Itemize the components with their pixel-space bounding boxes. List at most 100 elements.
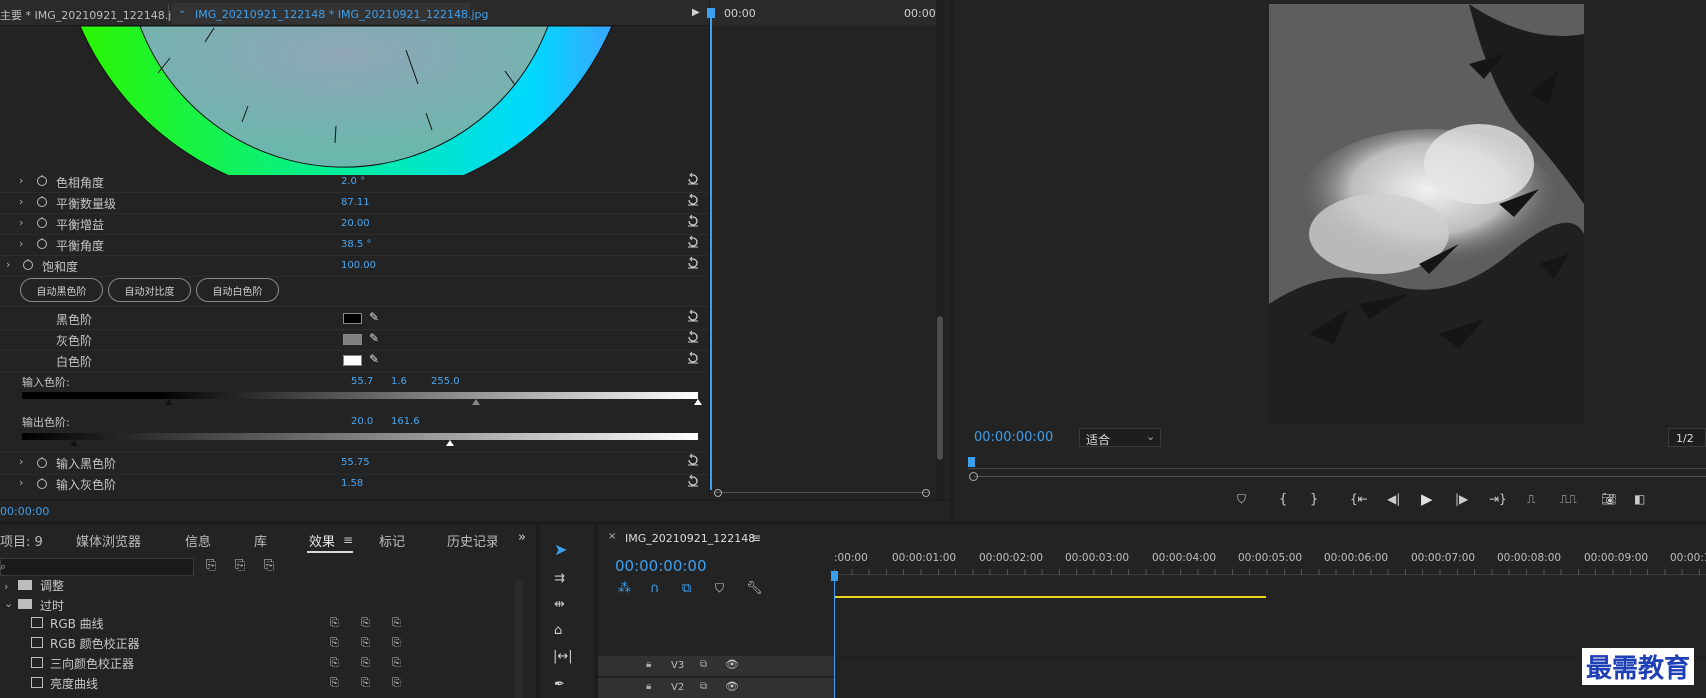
accelerated-effects-icon[interactable]: ⎘ <box>206 558 216 573</box>
param-value[interactable]: 20.00 <box>341 218 370 229</box>
selection-tool-icon[interactable]: ➤ <box>554 540 567 559</box>
play-icon[interactable]: ▶ <box>1421 490 1433 508</box>
param-value[interactable]: 1.58 <box>341 478 363 489</box>
32bit-effects-icon[interactable]: ⎘ <box>235 558 245 573</box>
mini-scroll-right[interactable] <box>922 489 930 497</box>
tab-libraries[interactable]: 库 <box>254 531 267 550</box>
reset-icon[interactable] <box>686 330 700 344</box>
output-white-slider[interactable] <box>446 440 454 446</box>
sync-lock-icon[interactable]: ⧉ <box>700 681 707 692</box>
eyedropper-icon[interactable]: ✎ <box>369 352 379 366</box>
extract-icon[interactable]: ⎍⎍ <box>1560 492 1577 507</box>
white-level-swatch[interactable] <box>343 355 362 366</box>
scrollbar-thumb[interactable] <box>937 316 943 460</box>
panel-menu-icon[interactable]: ≡ <box>343 533 353 547</box>
expand-chevron-icon[interactable]: › <box>19 237 23 250</box>
reset-icon[interactable] <box>686 193 700 207</box>
tree-item-label[interactable]: 过时 <box>40 597 64 614</box>
sequence-tab[interactable]: IMG_20210921_122148 <box>625 532 755 545</box>
reset-icon[interactable] <box>686 351 700 365</box>
reset-icon[interactable] <box>686 214 700 228</box>
eyedropper-icon[interactable]: ✎ <box>369 331 379 345</box>
effects-scrollbar[interactable] <box>515 580 523 698</box>
output-black-value[interactable]: 20.0 <box>351 416 373 427</box>
mini-playhead[interactable] <box>710 10 712 490</box>
mini-scroll-left[interactable] <box>714 489 722 497</box>
go-to-in-icon[interactable]: {⇤ <box>1350 492 1368 506</box>
ripple-edit-tool-icon[interactable]: ⇹ <box>554 597 565 612</box>
reset-icon[interactable] <box>686 309 700 323</box>
tab-markers[interactable]: 标记 <box>379 531 405 550</box>
output-levels-gradient[interactable] <box>22 433 698 440</box>
close-icon[interactable]: × <box>608 531 616 542</box>
output-black-slider[interactable] <box>70 440 78 446</box>
input-black-slider[interactable] <box>165 399 173 405</box>
timeline-ruler[interactable]: :00:00 00:00:01:00 00:00:02:00 00:00:03:… <box>834 549 1706 575</box>
input-white-value[interactable]: 255.0 <box>431 376 460 387</box>
stopwatch-icon[interactable] <box>36 477 48 489</box>
tab-effects[interactable]: 效果 <box>309 531 335 550</box>
expand-chevron-icon[interactable]: › <box>19 455 23 468</box>
effect-controls-scrollbar[interactable] <box>936 0 944 500</box>
tab-history[interactable]: 历史记录 <box>447 531 497 550</box>
param-value[interactable]: 38.5 ° <box>341 239 371 250</box>
black-level-swatch[interactable] <box>343 313 362 324</box>
gray-level-swatch[interactable] <box>343 334 362 345</box>
step-forward-icon[interactable]: |▶ <box>1455 492 1468 506</box>
mark-out-icon[interactable]: } <box>1310 492 1318 507</box>
yuv-effects-icon[interactable]: ⎘ <box>264 558 274 573</box>
stopwatch-icon[interactable] <box>36 456 48 468</box>
mini-scroll-track[interactable] <box>714 492 930 493</box>
param-value[interactable]: 2.0 ° <box>341 176 365 187</box>
reset-icon[interactable] <box>686 453 700 467</box>
timeline-timecode[interactable]: 00:00:00:00 <box>615 557 707 575</box>
tree-chevron-icon[interactable]: ⌄ <box>4 597 13 610</box>
expand-chevron-icon[interactable]: › <box>19 195 23 208</box>
lock-icon[interactable]: 🔒︎ <box>646 659 651 670</box>
expand-chevron-icon[interactable]: › <box>19 476 23 489</box>
param-value[interactable]: 100.00 <box>341 260 376 271</box>
tab-media-browser[interactable]: 媒体浏览器 <box>76 531 141 550</box>
pen-tool-icon[interactable]: ✒ <box>554 677 565 692</box>
reset-icon[interactable] <box>686 172 700 186</box>
step-back-icon[interactable]: ◀| <box>1387 492 1400 506</box>
program-scroll-handle[interactable] <box>969 472 978 481</box>
output-white-value[interactable]: 161.6 <box>391 416 420 427</box>
tree-item-label[interactable]: RGB 颜色校正器 <box>50 635 140 652</box>
mini-playhead-handle[interactable] <box>707 8 715 18</box>
tree-item-label[interactable]: 三向颜色校正器 <box>50 655 134 672</box>
input-white-slider[interactable] <box>694 399 702 405</box>
tab-project[interactable]: 项目: 9 <box>0 531 43 550</box>
eye-icon[interactable]: 👁︎ <box>725 680 739 693</box>
effect-current-time[interactable]: 00:00:00 <box>0 505 49 518</box>
effect-mini-timeline[interactable]: 00:00 00:00 ▸♪ ⇪ <box>707 0 937 514</box>
input-black-value[interactable]: 55.7 <box>351 376 373 387</box>
tab-info[interactable]: 信息 <box>185 531 211 550</box>
stopwatch-icon[interactable] <box>36 195 48 207</box>
param-value[interactable]: 55.75 <box>341 457 370 468</box>
mark-in-icon[interactable]: { <box>1279 492 1287 507</box>
reset-icon[interactable] <box>686 256 700 270</box>
auto-contrast-button[interactable]: 自动对比度 <box>108 278 191 302</box>
track-lanes[interactable] <box>835 656 1706 698</box>
lift-icon[interactable]: ⎍ <box>1527 492 1535 507</box>
expand-chevron-icon[interactable]: › <box>19 174 23 187</box>
linked-selection-icon[interactable]: ⧉ <box>682 581 691 596</box>
expand-chevron-icon[interactable]: › <box>19 216 23 229</box>
panel-menu-icon[interactable]: ≡ <box>751 531 761 545</box>
track-select-tool-icon[interactable]: ⇉ <box>554 571 565 586</box>
input-gamma-value[interactable]: 1.6 <box>391 376 407 387</box>
add-marker-icon[interactable]: ⛉ <box>715 581 724 596</box>
stopwatch-icon[interactable] <box>36 216 48 228</box>
eyedropper-icon[interactable]: ✎ <box>369 310 379 324</box>
marker-icon[interactable]: ⛉ <box>1237 492 1246 507</box>
auto-white-level-button[interactable]: 自动白色阶 <box>196 278 279 302</box>
nest-icon[interactable]: ⁂ <box>618 581 631 596</box>
tree-item-label[interactable]: 亮度曲线 <box>50 675 98 692</box>
stopwatch-icon[interactable] <box>36 237 48 249</box>
lock-icon[interactable]: 🔒︎ <box>646 681 651 692</box>
razor-tool-icon[interactable]: ⌂ <box>554 623 562 638</box>
timeline-playhead-handle[interactable] <box>831 571 838 581</box>
expand-chevron-icon[interactable]: › <box>6 258 10 271</box>
wrench-icon[interactable]: 🔧︎ <box>746 581 763 596</box>
